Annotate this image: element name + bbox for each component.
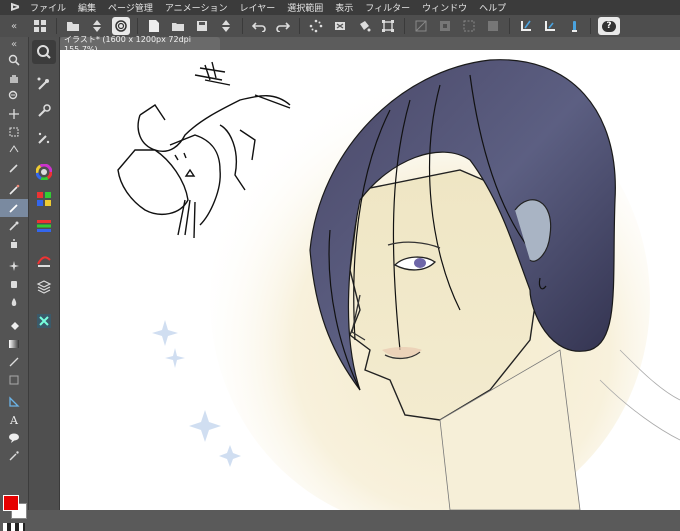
toolbar-divider	[404, 18, 405, 34]
toolbar-divider	[242, 18, 243, 34]
eraser-icon[interactable]	[0, 275, 28, 293]
clear-layer-icon[interactable]	[331, 17, 349, 35]
crop-selection-icon[interactable]	[484, 17, 502, 35]
layer-property-icon[interactable]	[32, 275, 56, 299]
airbrush-icon[interactable]	[0, 235, 28, 253]
menu-animation[interactable]: アニメーション	[165, 1, 228, 14]
grid-snap-icon[interactable]	[565, 17, 583, 35]
menu-edit[interactable]: 編集	[78, 1, 96, 14]
figure-icon[interactable]	[0, 353, 28, 371]
palette-column	[29, 37, 60, 510]
hand-icon[interactable]	[0, 69, 28, 87]
menu-page[interactable]: ページ管理	[108, 1, 153, 14]
sub-tool-palette-icon[interactable]	[32, 72, 56, 96]
deselect-icon[interactable]	[412, 17, 430, 35]
search-icon[interactable]	[32, 40, 56, 64]
save-icon[interactable]	[193, 17, 211, 35]
foreground-color-swatch[interactable]	[3, 495, 19, 511]
toolbar-divider	[299, 18, 300, 34]
menu-bar: ᐅ ファイル 編集 ページ管理 アニメーション レイヤー 選択範囲 表示 フィル…	[0, 0, 680, 15]
lasso-icon[interactable]	[0, 141, 28, 159]
help-button[interactable]: ?	[598, 17, 620, 35]
fill-icon[interactable]	[0, 317, 28, 335]
drawing-canvas[interactable]	[60, 50, 680, 510]
brush-icon[interactable]	[0, 217, 28, 235]
select-rect-icon[interactable]	[0, 123, 28, 141]
move-icon[interactable]	[0, 105, 28, 123]
frame-icon[interactable]	[0, 371, 28, 389]
brush-size-icon[interactable]	[32, 126, 56, 150]
toolbar-divider	[137, 18, 138, 34]
toolbar-divider	[56, 18, 57, 34]
document-tab[interactable]: イラスト* (1600 x 1200px 72dpi 155.7%)	[60, 35, 220, 54]
navigator-icon[interactable]	[32, 309, 56, 333]
tool-palette: « A	[0, 37, 29, 531]
spiral-icon[interactable]	[112, 17, 130, 35]
color-set-icon[interactable]	[32, 187, 56, 211]
decoration-icon[interactable]	[0, 257, 28, 275]
redo-icon[interactable]	[274, 17, 292, 35]
selection-border-icon[interactable]	[460, 17, 478, 35]
transparent-color-swatch[interactable]	[3, 523, 25, 531]
menu-layer[interactable]: レイヤー	[240, 1, 276, 14]
color-history-icon[interactable]	[32, 248, 56, 272]
zoom-out-icon[interactable]	[0, 87, 28, 105]
open-file-icon[interactable]	[64, 17, 82, 35]
collapse-tools-icon[interactable]: «	[0, 37, 28, 51]
balloon-icon[interactable]	[0, 429, 28, 447]
color-slider-icon[interactable]	[32, 214, 56, 238]
pen-icon[interactable]	[0, 181, 28, 199]
artwork	[117, 59, 680, 510]
gradient-icon[interactable]	[0, 335, 28, 353]
special-ruler-snap-icon[interactable]	[541, 17, 559, 35]
eyedropper-icon[interactable]	[0, 159, 28, 177]
menu-view[interactable]: 表示	[335, 1, 353, 14]
help-icon: ?	[602, 20, 616, 32]
menu-window[interactable]: ウィンドウ	[422, 1, 467, 14]
app-logo-icon[interactable]: ᐅ	[0, 1, 30, 14]
blend-icon[interactable]	[0, 293, 28, 311]
menu-filter[interactable]: フィルター	[365, 1, 410, 14]
menu-selection[interactable]: 選択範囲	[287, 1, 323, 14]
tool-property-icon[interactable]	[32, 99, 56, 123]
ruler-icon[interactable]	[0, 393, 28, 411]
text-icon[interactable]: A	[0, 411, 28, 429]
menu-file[interactable]: ファイル	[30, 1, 66, 14]
transform-icon[interactable]	[379, 17, 397, 35]
iris	[414, 258, 426, 268]
fill-selection-icon[interactable]	[355, 17, 373, 35]
color-wheel-icon[interactable]	[32, 160, 56, 184]
loading-icon[interactable]	[307, 17, 325, 35]
new-file-icon[interactable]	[145, 17, 163, 35]
ruler-snap-icon[interactable]	[517, 17, 535, 35]
correction-icon[interactable]	[0, 447, 28, 465]
invert-selection-icon[interactable]	[436, 17, 454, 35]
spinner-arrows-icon[interactable]	[88, 17, 106, 35]
pencil-icon[interactable]	[0, 199, 28, 217]
toolbar-divider	[590, 18, 591, 34]
undo-icon[interactable]	[250, 17, 268, 35]
folder-icon[interactable]	[169, 17, 187, 35]
grid-menu-icon[interactable]	[31, 17, 49, 35]
spinner-arrows-icon[interactable]	[217, 17, 235, 35]
zoom-icon[interactable]	[0, 51, 28, 69]
menu-help[interactable]: ヘルプ	[479, 1, 506, 14]
toolbar-divider	[509, 18, 510, 34]
collapse-left-icon[interactable]: «	[0, 15, 28, 37]
